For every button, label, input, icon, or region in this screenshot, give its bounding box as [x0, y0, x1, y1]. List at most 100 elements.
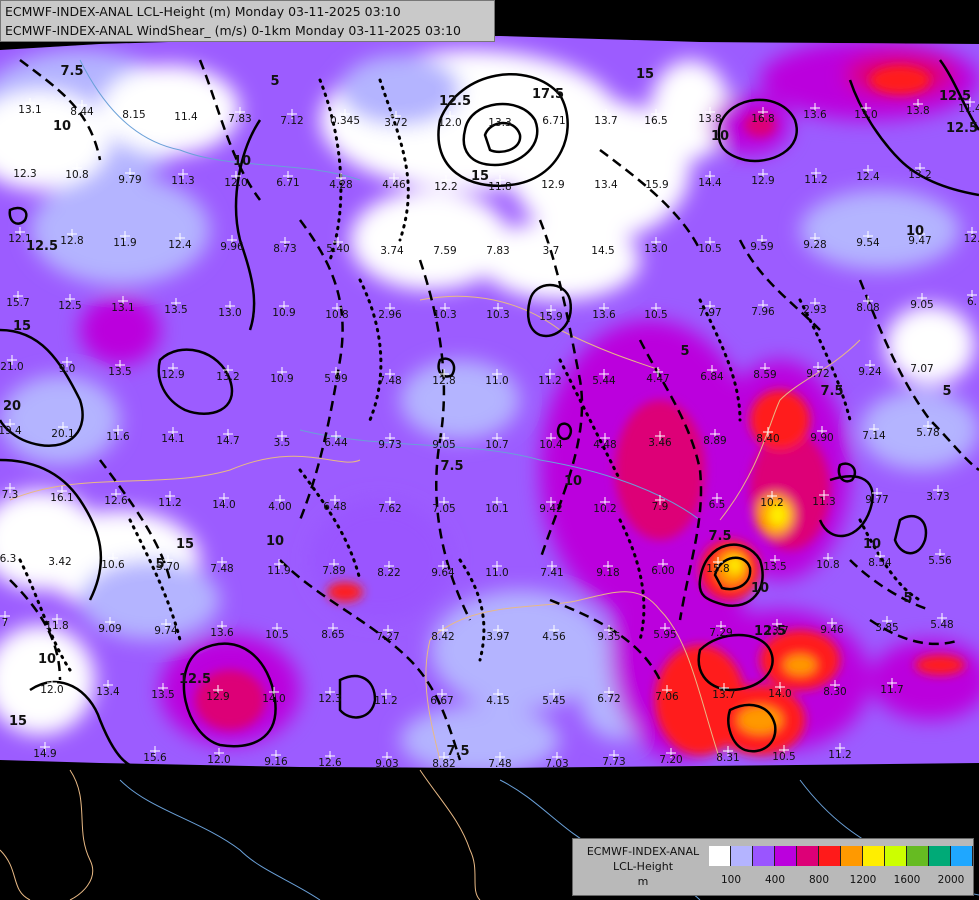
- station-value: 3.7: [543, 245, 560, 257]
- station-value: 16.1: [50, 492, 73, 504]
- contour-label: 10: [711, 129, 729, 144]
- contour-label: 7.5: [446, 744, 469, 759]
- contour-label: 7.5: [440, 459, 463, 474]
- station-value: 12.5: [58, 300, 81, 312]
- station-value: 7.97: [698, 307, 721, 319]
- station-value: 3.42: [48, 556, 71, 568]
- contour-label: 17.5: [532, 87, 564, 102]
- station-value: 12.: [964, 233, 979, 245]
- station-value: 12.8: [432, 375, 455, 387]
- contour-label: 10: [751, 581, 769, 596]
- station-value: 14.0: [262, 693, 285, 705]
- station-value: 11.9: [267, 565, 290, 577]
- title-line-lcl: ECMWF-INDEX-ANAL LCL-Height (m) Monday 0…: [5, 4, 401, 19]
- station-value: 12.9: [541, 179, 564, 191]
- station-value: 7.62: [378, 503, 401, 515]
- station-value: 7.41: [540, 567, 563, 579]
- station-value: 11.7: [880, 684, 903, 696]
- legend-swatches: [709, 846, 973, 866]
- station-value: 10.1: [485, 503, 508, 515]
- contour-label: 5: [903, 591, 912, 606]
- station-value: 13.5: [151, 689, 174, 701]
- station-value: 3.74: [380, 245, 404, 257]
- station-value: 6.71: [542, 115, 565, 127]
- contour-label: 10: [564, 474, 582, 489]
- station-value: 12.3: [318, 693, 341, 705]
- station-value: 10.6: [101, 559, 125, 571]
- station-value: 12.0: [207, 754, 230, 766]
- station-value: 12.9: [161, 369, 184, 381]
- station-value: 10.7: [485, 439, 508, 451]
- station-value: 13.1: [18, 104, 41, 116]
- station-value: 11.8: [45, 620, 68, 632]
- station-value: 9.16: [264, 756, 288, 768]
- contour-label: 12.5: [754, 624, 786, 639]
- station-value: 14.9: [33, 748, 56, 760]
- station-value: 12.0: [224, 177, 247, 189]
- station-value: 16.8: [751, 113, 774, 125]
- station-value: 13.8: [906, 105, 929, 117]
- station-value: 9.59: [750, 241, 773, 253]
- contour-label: 15: [636, 67, 654, 82]
- station-value: 9.90: [810, 432, 833, 444]
- station-value: 15.9: [539, 311, 562, 323]
- station-value: 12.4: [856, 171, 880, 183]
- contour-label: 10: [863, 537, 881, 552]
- legend-label-param: LCL-Height: [612, 860, 674, 873]
- station-value: 4.48: [593, 439, 616, 451]
- contour-label: 12.5: [939, 89, 971, 104]
- contour-label: 10: [53, 119, 71, 134]
- legend-tick: 800: [808, 874, 830, 886]
- station-value: 9.05: [910, 299, 933, 311]
- station-value: 8.40: [756, 433, 779, 445]
- legend-swatch: [863, 846, 885, 866]
- station-value: 5.78: [916, 427, 939, 439]
- lcl-height-map: 13.1 8.44 8.15 11.4 7.83 7.12 0.345 3.72 12.0 13.…: [0, 0, 979, 900]
- station-value: 7.83: [228, 113, 251, 125]
- station-value: 11.2: [828, 749, 851, 761]
- station-value: 9.09: [98, 623, 121, 635]
- station-value: 4.47: [646, 373, 669, 385]
- station-value: 7: [2, 617, 9, 629]
- contour-label: 15: [9, 714, 27, 729]
- station-value: 15.6: [143, 752, 167, 764]
- station-value: 13.0: [218, 307, 241, 319]
- station-value: 13.7: [594, 115, 617, 127]
- station-value: 3.46: [648, 437, 672, 449]
- station-value: 6.48: [323, 501, 346, 513]
- station-value: 11.3: [812, 496, 835, 508]
- station-value: 11.9: [113, 237, 136, 249]
- station-value: 15.9: [645, 179, 668, 191]
- station-value: 2.96: [378, 309, 402, 321]
- legend-swatch: [753, 846, 775, 866]
- station-value: 10.3: [486, 309, 509, 321]
- legend-ticks: 100 400 800 1200 1600 2000: [709, 874, 973, 888]
- station-value: 9.18: [596, 567, 619, 579]
- station-value: 13.2: [216, 371, 239, 383]
- station-value: 5.99: [324, 373, 347, 385]
- station-value: 6.72: [597, 693, 620, 705]
- title-box: ECMWF-INDEX-ANAL LCL-Height (m) Monday 0…: [0, 0, 495, 42]
- station-value: 10.5: [265, 629, 288, 641]
- station-value: 9.0: [59, 363, 76, 375]
- legend-label-unit: m: [637, 875, 649, 888]
- station-value: 6.84: [700, 371, 724, 383]
- station-value: 12.2: [434, 181, 457, 193]
- station-value: 8.73: [273, 243, 296, 255]
- station-value: 9.03: [375, 758, 398, 770]
- legend-tick: 400: [764, 874, 786, 886]
- station-value: 7.89: [322, 565, 345, 577]
- station-value: 10.2: [593, 503, 616, 515]
- station-value: 8.22: [377, 567, 400, 579]
- contour-label: 10: [233, 154, 251, 169]
- station-value: 14.7: [216, 435, 239, 447]
- station-value: 13.5: [763, 561, 786, 573]
- contour-label: 7.5: [820, 384, 843, 399]
- station-value: 9.35: [597, 631, 620, 643]
- station-value: 12.6: [104, 495, 128, 507]
- station-value: 8.42: [431, 631, 454, 643]
- station-value: 9.72: [806, 368, 829, 380]
- station-value: 13.6: [803, 109, 827, 121]
- station-value: 7.48: [210, 563, 233, 575]
- station-value: 9.28: [803, 239, 826, 251]
